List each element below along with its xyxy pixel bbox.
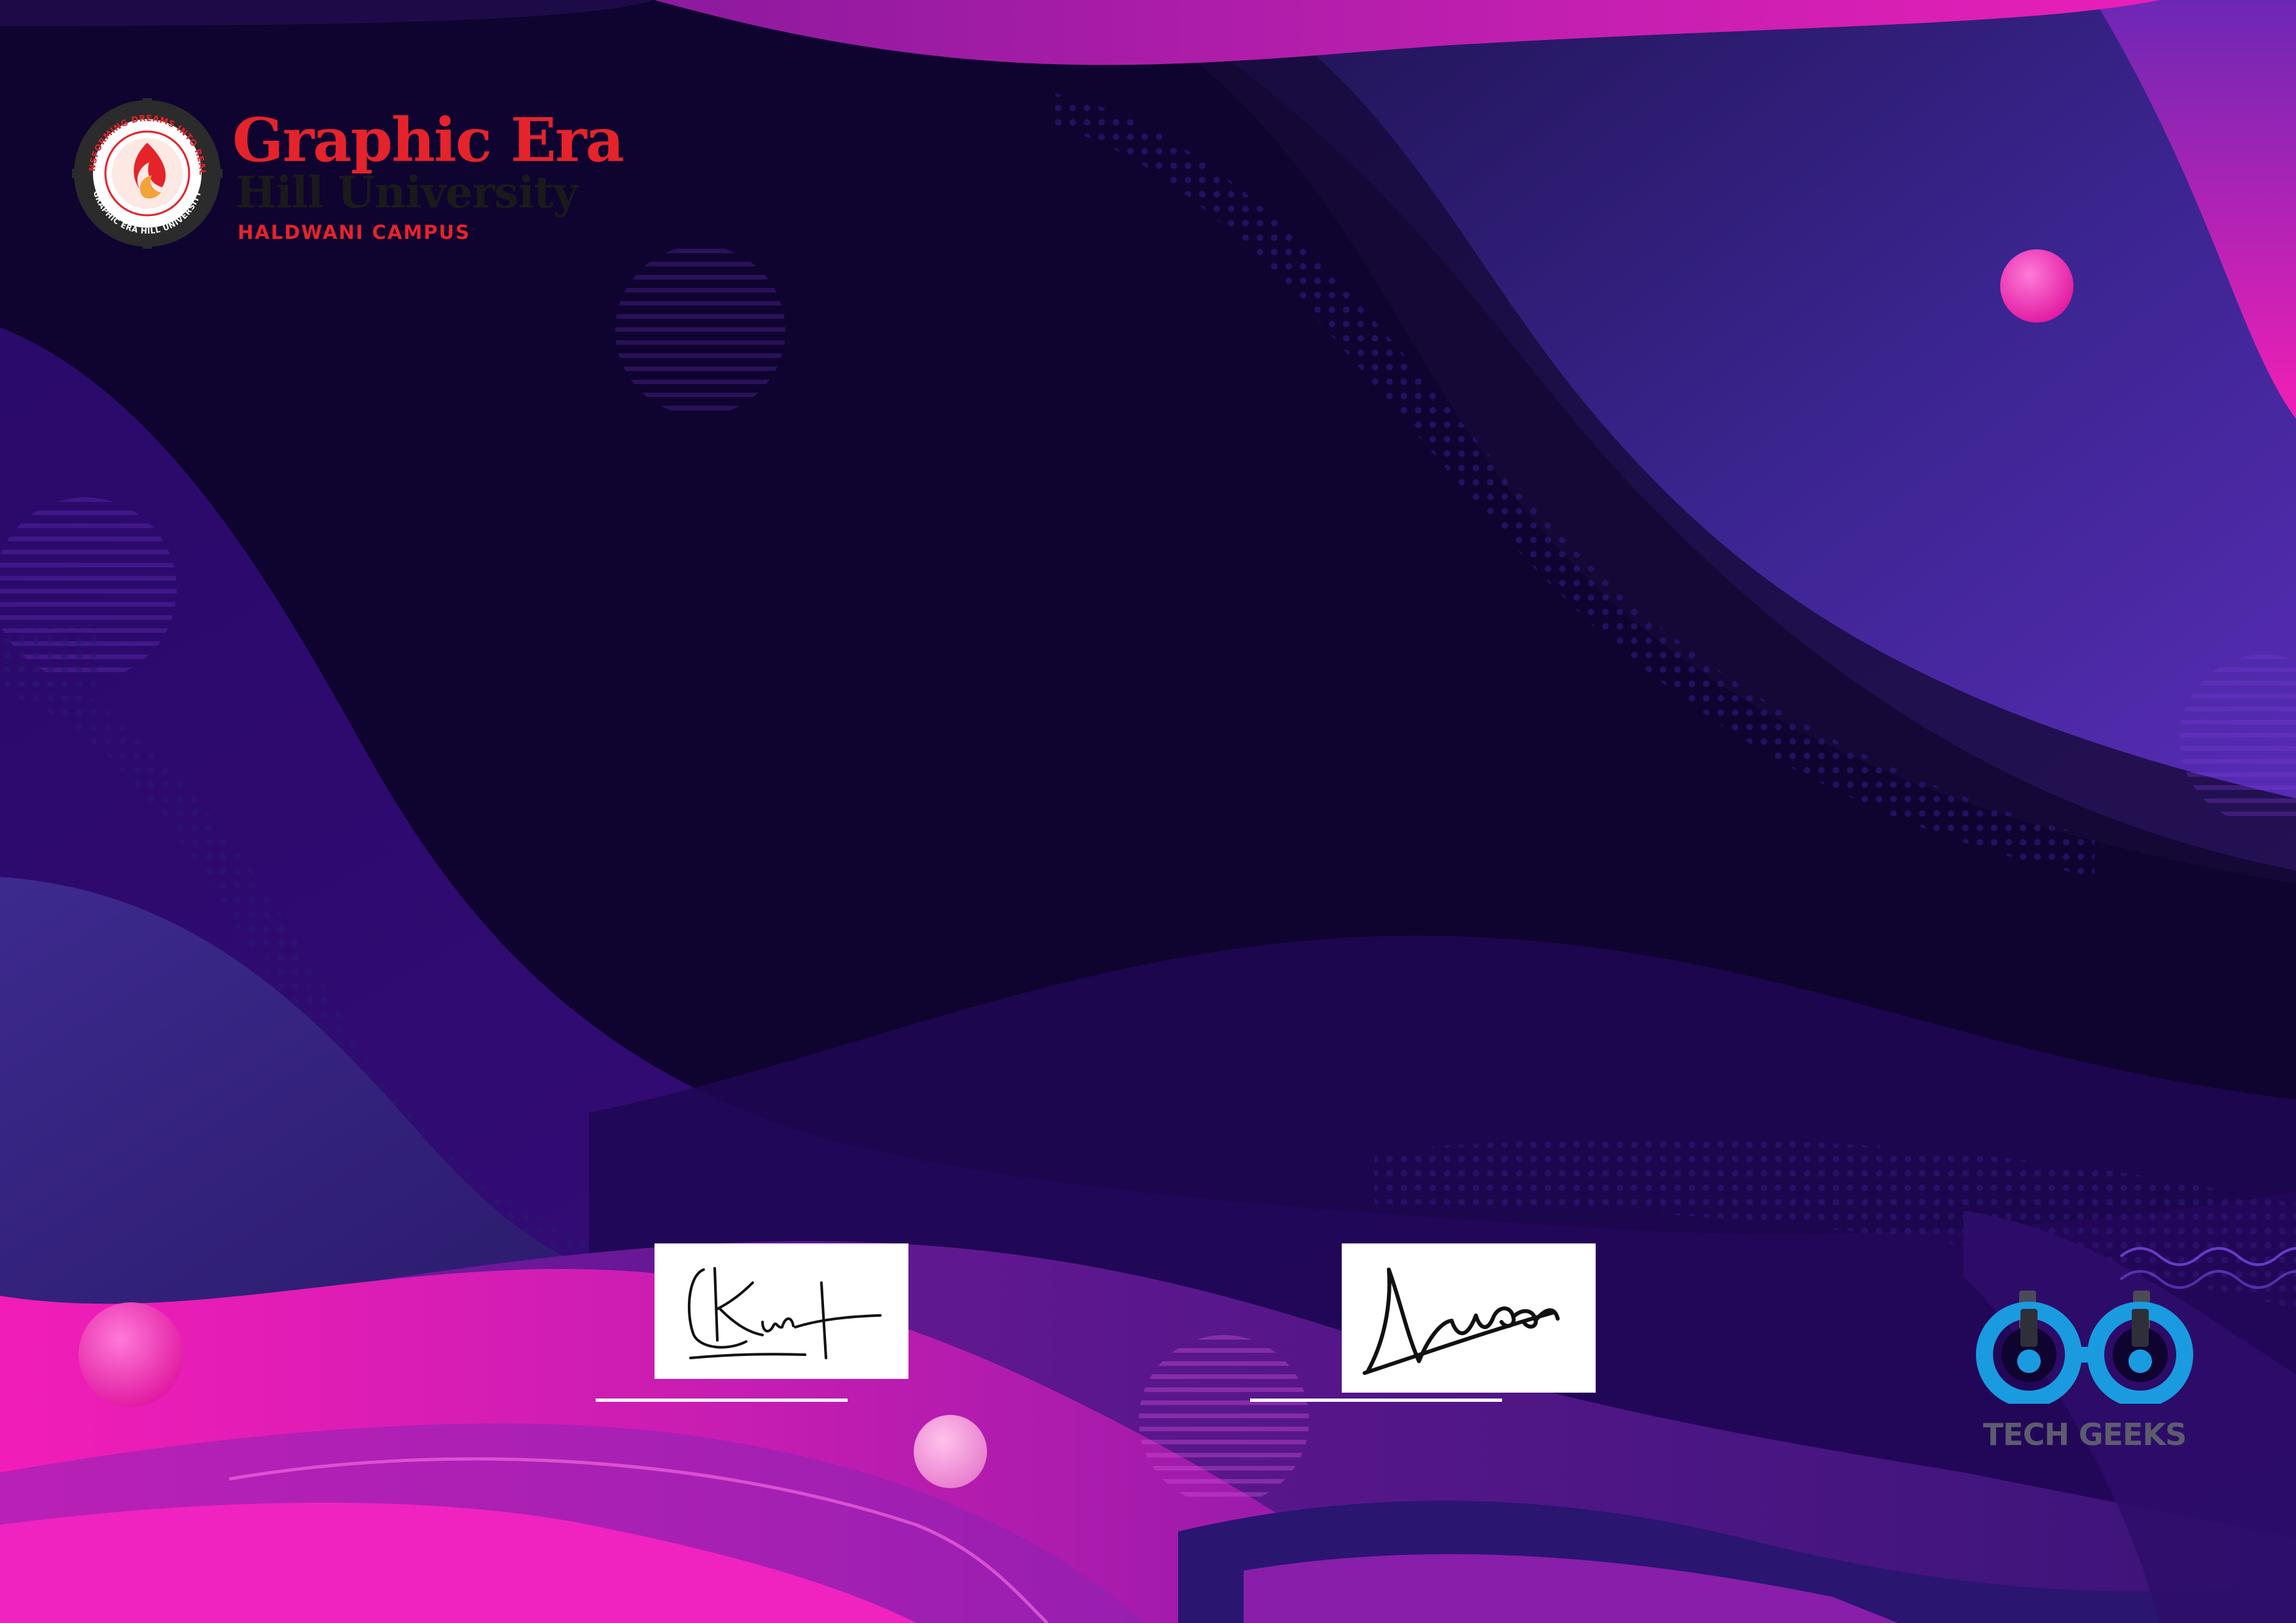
signature-left-line [596,1399,848,1402]
goggles-icon [1976,1291,2193,1404]
university-name: Graphic Era [232,105,624,175]
tech-geeks-logo: TECH GEEKS [1964,1289,2206,1459]
university-seal-icon: TRANSFORMING DREAMS INTO REALITY GRAPHIC… [72,98,223,249]
university-subname: Hill University [236,167,578,218]
university-campus: HALDWANI CAMPUS [238,221,471,243]
university-logo: TRANSFORMING DREAMS INTO REALITY GRAPHIC… [72,98,624,255]
certificate-template: TRANSFORMING DREAMS INTO REALITY GRAPHIC… [0,0,2296,1623]
signature-right [1342,1243,1596,1393]
signature-right-image [1363,1268,1560,1375]
signature-left-image [687,1267,882,1359]
signature-left [655,1243,908,1379]
signature-right-line [1250,1399,1502,1402]
tech-geeks-label: TECH GEEKS [1982,1417,2187,1452]
